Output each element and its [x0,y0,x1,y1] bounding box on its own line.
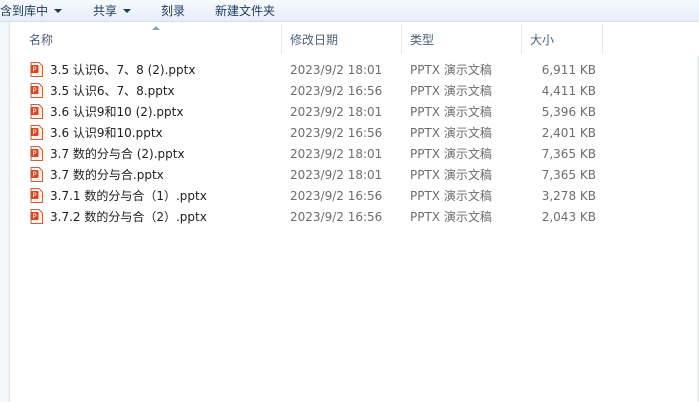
file-type: PPTX 演示文稿 [410,63,492,77]
pptx-file-icon: P [30,167,43,182]
file-modified: 2023/9/2 18:01 [290,168,383,182]
pptx-file-icon: P [30,104,43,119]
svg-text:P: P [32,213,36,221]
pptx-file-icon: P [30,209,43,224]
file-modified: 2023/9/2 18:01 [290,105,383,119]
file-name: 3.6 认识9和10 (2).pptx [50,105,184,119]
navigation-pane-edge[interactable] [0,22,10,402]
file-row[interactable]: P 3.7.2 数的分与合（2）.pptx 2023/9/2 16:56 PPT… [26,206,626,227]
file-modified: 2023/9/2 16:56 [290,84,383,98]
file-name: 3.7 数的分与合 (2).pptx [50,147,185,161]
chevron-down-icon [123,9,132,13]
share-label: 共享 [93,4,118,18]
file-modified: 2023/9/2 16:56 [290,210,383,224]
new-folder-button[interactable]: 新建文件夹 [215,3,275,19]
pptx-file-icon: P [30,188,43,203]
file-name: 3.7 数的分与合.pptx [50,168,164,182]
file-modified: 2023/9/2 18:01 [290,63,383,77]
file-row[interactable]: P 3.5 认识6、7、8 (2).pptx 2023/9/2 18:01 PP… [26,59,626,80]
file-type: PPTX 演示文稿 [410,189,492,203]
command-bar: 含到库中 共享 刻录 新建文件夹 [0,0,699,22]
file-name: 3.7.2 数的分与合（2）.pptx [50,210,207,224]
file-name: 3.5 认识6、7、8 (2).pptx [50,63,196,77]
file-name: 3.7.1 数的分与合（1）.pptx [50,189,207,203]
sort-ascending-icon [152,26,160,30]
file-name: 3.5 认识6、7、8.pptx [50,84,175,98]
pptx-file-icon: P [30,83,43,98]
new-folder-label: 新建文件夹 [215,4,276,18]
file-type: PPTX 演示文稿 [410,147,492,161]
file-row[interactable]: P 3.6 认识9和10.pptx 2023/9/2 16:56 PPTX 演示… [26,122,626,143]
file-type: PPTX 演示文稿 [410,84,492,98]
column-header-name[interactable]: 名称 [29,32,53,48]
burn-label: 刻录 [161,4,186,18]
file-modified: 2023/9/2 16:56 [290,189,383,203]
pptx-file-icon: P [30,146,43,161]
svg-text:P: P [32,171,36,179]
column-divider[interactable] [521,24,522,54]
file-modified: 2023/9/2 18:01 [290,147,383,161]
file-modified: 2023/9/2 16:56 [290,126,383,140]
include-in-library-label: 含到库中 [0,4,49,18]
include-in-library-button[interactable]: 含到库中 [0,3,63,19]
pptx-file-icon: P [30,62,43,77]
pptx-file-icon: P [30,125,43,140]
column-header-row: 名称 修改日期 类型 大小 [10,22,699,56]
file-size: 4,411 KB [541,84,596,98]
file-row[interactable]: P 3.7 数的分与合 (2).pptx 2023/9/2 18:01 PPTX… [26,143,626,164]
file-size: 2,401 KB [541,126,596,140]
file-row[interactable]: P 3.6 认识9和10 (2).pptx 2023/9/2 18:01 PPT… [26,101,626,122]
file-type: PPTX 演示文稿 [410,126,492,140]
svg-text:P: P [32,129,36,137]
column-divider[interactable] [602,24,603,54]
file-size: 5,396 KB [541,105,596,119]
svg-text:P: P [32,108,36,116]
column-divider[interactable] [281,24,282,54]
share-button[interactable]: 共享 [93,3,132,19]
column-header-modified[interactable]: 修改日期 [290,32,338,48]
chevron-down-icon [54,9,63,13]
file-row[interactable]: P 3.7.1 数的分与合（1）.pptx 2023/9/2 16:56 PPT… [26,185,626,206]
svg-text:P: P [32,192,36,200]
file-name: 3.6 认识9和10.pptx [50,126,163,140]
file-type: PPTX 演示文稿 [410,105,492,119]
file-row[interactable]: P 3.5 认识6、7、8.pptx 2023/9/2 16:56 PPTX 演… [26,80,626,101]
svg-text:P: P [32,150,36,158]
file-type: PPTX 演示文稿 [410,168,492,182]
column-header-type[interactable]: 类型 [410,32,434,48]
file-size: 7,365 KB [541,168,596,182]
column-header-size[interactable]: 大小 [530,32,554,48]
svg-text:P: P [32,66,36,74]
file-size: 2,043 KB [541,210,596,224]
file-row[interactable]: P 3.7 数的分与合.pptx 2023/9/2 18:01 PPTX 演示文… [26,164,626,185]
file-size: 6,911 KB [541,63,596,77]
svg-text:P: P [32,87,36,95]
column-divider[interactable] [401,24,402,54]
burn-button[interactable]: 刻录 [161,3,185,19]
file-type: PPTX 演示文稿 [410,210,492,224]
file-size: 7,365 KB [541,147,596,161]
file-size: 3,278 KB [541,189,596,203]
